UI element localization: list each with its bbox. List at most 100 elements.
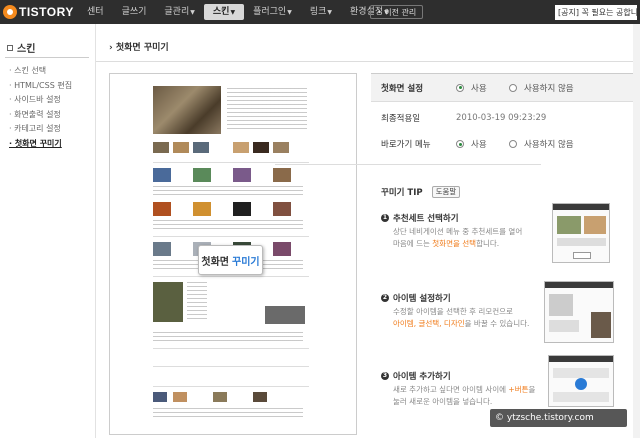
nav-link[interactable]: 링크▼	[301, 4, 341, 20]
radio-selected-icon	[456, 83, 464, 92]
setting-label: 최종적용일	[381, 114, 421, 124]
tip-title: 아이템 설정하기	[393, 294, 451, 304]
chevron-down-icon: ▼	[327, 9, 332, 16]
sidebar-item-category-settings[interactable]: · 카테고리 설정	[9, 122, 72, 137]
preview-thumb	[193, 168, 211, 182]
tips-header: 꾸미기 TIP 도움말	[381, 186, 461, 198]
tip-title: 추천세트 선택하기	[393, 214, 459, 224]
preview-thumb	[153, 168, 171, 182]
preview-thumb	[233, 168, 251, 182]
preview-text-block	[153, 408, 303, 418]
tip-1-illustration	[552, 203, 610, 263]
radio-shortcut-on[interactable]: 사용	[456, 138, 487, 150]
preview-thumb	[193, 202, 211, 216]
front-page-settings: 첫화면 설정 사용 사용하지 않음 최종적용일 2010-03-19 09:23…	[371, 73, 637, 159]
preview-text-block	[153, 220, 303, 230]
chevron-down-icon: ▼	[190, 9, 195, 16]
divider	[153, 276, 309, 277]
sidebar-item-skin-select[interactable]: · 스킨 선택	[9, 64, 72, 79]
radio-selected-icon	[456, 140, 464, 148]
tip-item: 3 아이템 추가하기 새로 추가하고 싶다면 아이템 사이에 +버튼을 눌러 새로운…	[381, 370, 551, 408]
divider	[153, 386, 309, 387]
tip-item: 1 추천세트 선택하기 상단 네비게이션 메뉴 중 추천세트를 열어 마음에 드는 …	[381, 212, 551, 250]
divider	[153, 348, 309, 349]
last-applied-date: 2010-03-19 09:23:29	[456, 113, 547, 123]
global-nav: 센터 글쓰기 글관리▼ 스킨▼ 플러그인▼ 링크▼ 환경설정▼	[78, 0, 398, 24]
sidebar-item-front-page[interactable]: · 첫화면 꾸미기	[9, 137, 72, 152]
sidebar-item-display-settings[interactable]: · 화면출력 설정	[9, 108, 72, 123]
setting-row-front-page: 첫화면 설정 사용 사용하지 않음	[371, 74, 637, 102]
radio-shortcut-off[interactable]: 사용하지 않음	[509, 138, 574, 150]
divider	[153, 162, 309, 163]
preview-text-block	[153, 186, 303, 196]
old-admin-button[interactable]: • 이전 관리	[370, 5, 424, 19]
chevron-down-icon: ▼	[230, 9, 236, 16]
scrollbar[interactable]	[633, 24, 640, 438]
tistory-logo[interactable]: TISTORY	[3, 4, 74, 20]
tips-title: 꾸미기 TIP	[381, 188, 423, 198]
sidebar-menu: · 스킨 선택 · HTML/CSS 편집 · 사이드바 설정 · 화면출력 설…	[9, 64, 72, 151]
preview-thumb	[153, 392, 167, 402]
page-header: › 첫화면 꾸미기	[96, 24, 640, 62]
number-3-icon: 3	[381, 372, 389, 380]
preview-thumb	[273, 242, 291, 256]
preview-text-block	[187, 282, 207, 322]
number-1-icon: 1	[381, 214, 389, 222]
setting-label: 바로가기 메뉴	[381, 140, 431, 150]
divider	[153, 236, 309, 237]
tistory-logo-icon	[3, 5, 17, 19]
tip-2-illustration	[544, 281, 614, 343]
setting-label: 첫화면 설정	[381, 83, 424, 94]
preview-thumb	[213, 392, 227, 402]
preview-thumb	[233, 142, 249, 153]
preview-text-block	[153, 332, 303, 344]
preview-thumb	[233, 202, 251, 216]
preview-thumb	[253, 142, 269, 153]
help-button[interactable]: 도움말	[431, 186, 461, 198]
tip-title: 아이템 추가하기	[393, 372, 451, 382]
nav-write[interactable]: 글쓰기	[113, 4, 156, 20]
preview-thumb	[273, 142, 289, 153]
preview-thumb	[273, 202, 291, 216]
nav-plugin[interactable]: 플러그인▼	[244, 4, 301, 20]
top-navigation-bar: TISTORY 센터 글쓰기 글관리▼ 스킨▼ 플러그인▼ 링크▼ 환경설정▼ …	[0, 0, 640, 24]
sidebar-item-html-css[interactable]: · HTML/CSS 편집	[9, 79, 72, 94]
preview-thumb	[173, 392, 187, 402]
preview-thumb	[253, 392, 267, 402]
front-page-edit-tooltip[interactable]: 첫화면 꾸미기	[198, 245, 263, 275]
logo-text: TISTORY	[19, 5, 74, 19]
divider	[275, 164, 541, 165]
preview-thumb	[273, 168, 291, 182]
page-title: › 첫화면 꾸미기	[109, 43, 169, 53]
number-2-icon: 2	[381, 294, 389, 302]
notice-banner[interactable]: [공지] 꼭 필요는 공합니다.	[555, 5, 637, 20]
preview-thumb	[193, 142, 209, 153]
setting-row-last-applied: 최종적용일 2010-03-19 09:23:29	[371, 104, 637, 132]
radio-front-page-on[interactable]: 사용	[456, 82, 487, 94]
nav-center[interactable]: 센터	[78, 4, 113, 20]
divider	[153, 366, 309, 367]
preview-thumb	[265, 306, 305, 324]
divider	[5, 57, 89, 58]
preview-text-block	[227, 88, 307, 132]
tip-description: 새로 추가하고 싶다면 아이템 사이에 +버튼을 눌러 새로운 아이템을 넣습니다…	[393, 385, 536, 406]
sidebar: 스킨 · 스킨 선택 · HTML/CSS 편집 · 사이드바 설정 · 화면출…	[0, 24, 95, 438]
chevron-down-icon: ▼	[287, 9, 292, 16]
preview-main-photo	[153, 86, 221, 134]
tip-item: 2 아이템 설정하기 수정할 아이템을 선택한 후 리모컨으로 아이템, 글선택, …	[381, 292, 551, 330]
radio-front-page-off[interactable]: 사용하지 않음	[509, 82, 574, 94]
radio-unselected-icon	[509, 83, 517, 92]
tip-3-illustration	[548, 355, 614, 407]
nav-post-manage[interactable]: 글관리▼	[155, 4, 203, 20]
square-bullet-icon	[7, 44, 13, 51]
nav-skin[interactable]: 스킨▼	[203, 4, 245, 20]
preview-thumb	[153, 202, 171, 216]
tip-description: 상단 네비게이션 메뉴 중 추천세트를 열어 마음에 드는 첫화면을 선택합니다.	[393, 227, 523, 248]
watermark: © ytzsche.tistory.com	[490, 409, 627, 427]
preview-thumb	[153, 142, 169, 153]
preview-thumb	[173, 142, 189, 153]
sidebar-title: 스킨	[7, 40, 35, 55]
preview-thumb	[153, 282, 183, 322]
sidebar-item-sidebar-settings[interactable]: · 사이드바 설정	[9, 93, 72, 108]
tip-description: 수정할 아이템을 선택한 후 리모컨으로 아이템, 글선택, 디자인을 바꿀 수 …	[393, 307, 530, 328]
